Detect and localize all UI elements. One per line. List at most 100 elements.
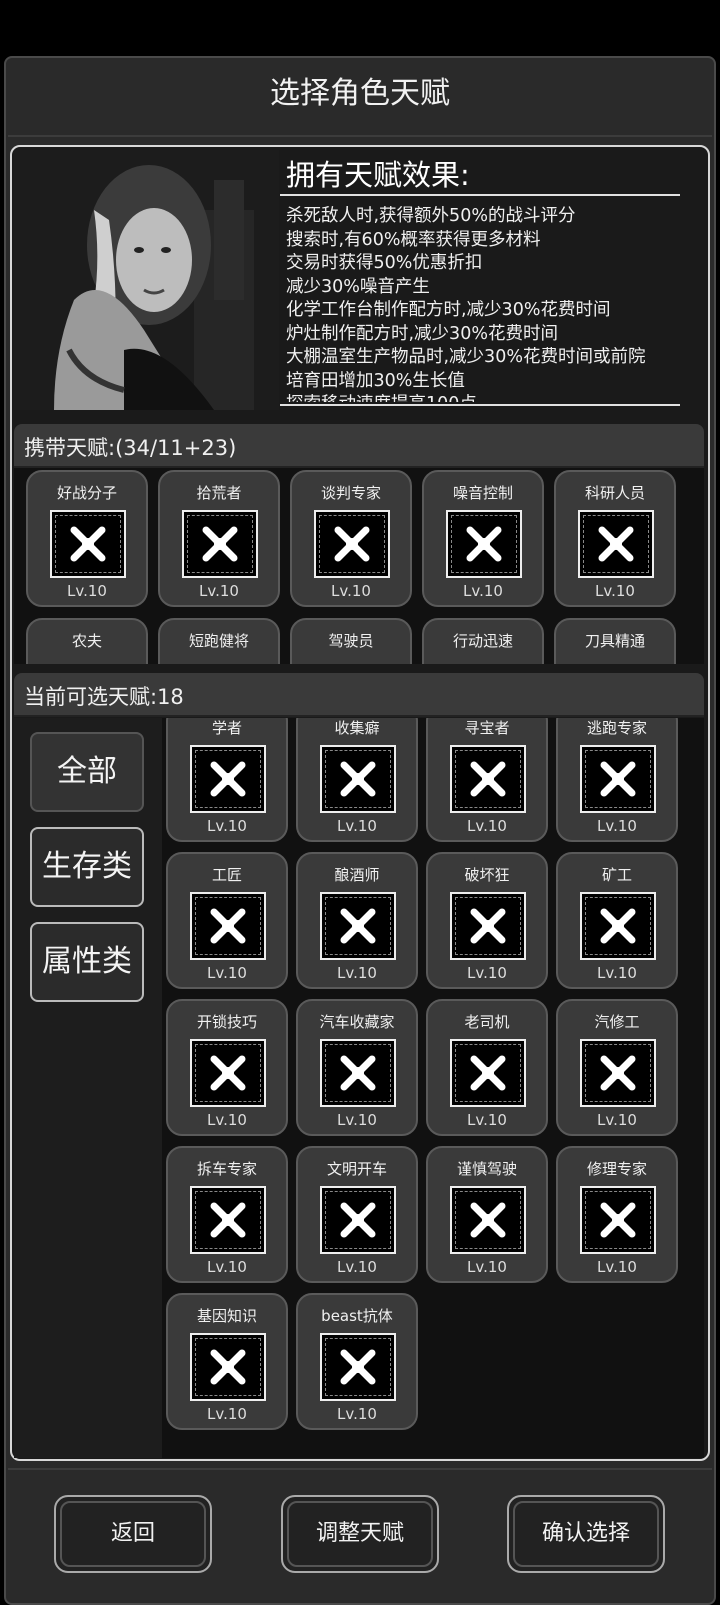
talent-name: 汽修工: [594, 1013, 640, 1031]
scavenger-bag-icon: [182, 510, 258, 578]
talent-name: 拾荒者: [196, 484, 242, 502]
talent-card[interactable]: 基因知识 Lv.10: [166, 1293, 288, 1430]
talent-card[interactable]: 科研人员 Lv.10: [554, 470, 676, 607]
talent-name: 矿工: [601, 866, 632, 884]
talent-card[interactable]: 谈判专家 Lv.10: [290, 470, 412, 607]
talent-card[interactable]: 工匠 Lv.10: [166, 852, 288, 989]
talent-name: 开锁技巧: [196, 1013, 257, 1031]
talent-card[interactable]: 酿酒师 Lv.10: [296, 852, 418, 989]
talent-name: 学者: [211, 719, 242, 737]
talent-name: 驾驶员: [328, 632, 374, 650]
talent-card[interactable]: 好战分子 Lv.10: [26, 470, 148, 607]
talent-card[interactable]: 文明开车 Lv.10: [296, 1146, 418, 1283]
talent-card[interactable]: 老司机 Lv.10: [426, 999, 548, 1136]
talent-level: Lv.10: [467, 817, 507, 835]
tab-attribute[interactable]: 属性类: [30, 922, 144, 1002]
effect-line: 交易时获得50%优惠折扣: [286, 253, 483, 273]
effect-line: 炉灶制作配方时,减少30%花费时间: [286, 323, 558, 344]
talent-name: 酿酒师: [334, 866, 380, 884]
available-header-text: 当前可选天赋:18: [24, 685, 184, 709]
tab-survival[interactable]: 生存类: [30, 827, 144, 907]
talent-name: 噪音控制: [452, 484, 513, 502]
talent-card[interactable]: 学者 Lv.10: [166, 718, 288, 842]
talent-card[interactable]: 驾驶员: [290, 618, 412, 664]
talent-level: Lv.10: [337, 1405, 377, 1423]
talent-level: Lv.10: [337, 1258, 377, 1276]
talent-name: 工匠: [211, 866, 242, 884]
available-header: 当前可选天赋:18: [14, 673, 704, 717]
talent-level: Lv.10: [597, 817, 637, 835]
talent-name: beast抗体: [321, 1307, 393, 1325]
talent-card[interactable]: 农夫: [26, 618, 148, 664]
effect-line: 搜索时,有60%概率获得更多材料: [286, 229, 541, 250]
divider: [8, 135, 712, 137]
talent-card[interactable]: 拾荒者 Lv.10: [158, 470, 280, 607]
talent-level: Lv.10: [337, 1111, 377, 1129]
talent-card[interactable]: 寻宝者 Lv.10: [426, 718, 548, 842]
character-portrait: [14, 150, 279, 410]
talent-card[interactable]: 刀具精通: [554, 618, 676, 664]
tab-all[interactable]: 全部: [30, 732, 144, 812]
talent-level: Lv.10: [467, 964, 507, 982]
talent-card[interactable]: 短跑健将: [158, 618, 280, 664]
gear-hammer-icon: [580, 1186, 656, 1254]
effects-list[interactable]: 杀死敌人时,获得额外50%的战斗评分 搜索时,有60%概率获得更多材料 交易时获…: [286, 205, 696, 402]
talent-level: Lv.10: [199, 582, 239, 600]
available-talent-grid[interactable]: 全部 生存类 属性类 学者 Lv.10 收集癖 Lv.10 寻宝者 Lv.10 逃跑专家 Lv…: [14, 718, 704, 1458]
talent-card[interactable]: 拆车专家 Lv.10: [166, 1146, 288, 1283]
warning-car-icon: [450, 1186, 526, 1254]
driver-seat-icon: [320, 1186, 396, 1254]
box-icon: [320, 745, 396, 813]
effects-divider-top: [280, 194, 680, 196]
talent-card[interactable]: 行动迅速: [422, 618, 544, 664]
talent-card[interactable]: 破坏狂 Lv.10: [426, 852, 548, 989]
gene-flask-icon: [190, 1333, 266, 1401]
talent-level: Lv.10: [463, 582, 503, 600]
talent-name: 科研人员: [584, 484, 645, 502]
effect-line: 大棚温室生产物品时,减少30%花费时间或前院: [286, 347, 646, 367]
talent-name: 农夫: [71, 632, 102, 650]
talent-card[interactable]: 逃跑专家 Lv.10: [556, 718, 678, 842]
talent-card[interactable]: 谨慎驾驶 Lv.10: [426, 1146, 548, 1283]
confirm-button[interactable]: 确认选择: [507, 1495, 665, 1573]
effect-line: 培育田增加30%生长值: [286, 370, 465, 391]
adjust-talent-button[interactable]: 调整天赋: [281, 1495, 439, 1573]
talent-card[interactable]: 矿工 Lv.10: [556, 852, 678, 989]
brewing-icon: [320, 892, 396, 960]
talent-card[interactable]: 收集癖 Lv.10: [296, 718, 418, 842]
talent-level: Lv.10: [207, 964, 247, 982]
talent-name: 谨慎驾驶: [456, 1160, 517, 1178]
talent-card[interactable]: 汽车收藏家 Lv.10: [296, 999, 418, 1136]
pickaxe-icon: [580, 892, 656, 960]
talent-card[interactable]: 修理专家 Lv.10: [556, 1146, 678, 1283]
talent-level: Lv.10: [207, 1111, 247, 1129]
crossed-axes-icon: [50, 510, 126, 578]
divider: [8, 1468, 712, 1470]
talent-card[interactable]: 开锁技巧 Lv.10: [166, 999, 288, 1136]
headphones-icon: [446, 510, 522, 578]
talent-level: Lv.10: [337, 817, 377, 835]
talent-card[interactable]: beast抗体 Lv.10: [296, 1293, 418, 1430]
treasure-door-icon: [450, 745, 526, 813]
car-repair-icon: [580, 1039, 656, 1107]
talent-level: Lv.10: [67, 582, 107, 600]
carried-talent-grid[interactable]: 好战分子 Lv.10 拾荒者 Lv.10 谈判专家 Lv.10 噪音控制 Lv.10 科研人员 L…: [14, 468, 704, 664]
talent-name: 基因知识: [196, 1307, 257, 1325]
talent-level: Lv.10: [597, 964, 637, 982]
talent-name: 文明开车: [326, 1160, 387, 1178]
talent-level: Lv.10: [331, 582, 371, 600]
effect-line: 减少30%噪音产生: [286, 276, 430, 297]
talent-level: Lv.10: [467, 1258, 507, 1276]
talent-name: 拆车专家: [196, 1160, 257, 1178]
talent-level: Lv.10: [467, 1111, 507, 1129]
back-button[interactable]: 返回: [54, 1495, 212, 1573]
tools-icon: [190, 892, 266, 960]
talent-name: 刀具精通: [584, 632, 645, 650]
talent-name: 谈判专家: [320, 484, 381, 502]
page-title: 选择角色天赋: [270, 76, 450, 111]
steering-wheel-icon: [450, 1039, 526, 1107]
talent-card[interactable]: 汽修工 Lv.10: [556, 999, 678, 1136]
talent-card[interactable]: 噪音控制 Lv.10: [422, 470, 544, 607]
graduation-cap-icon: [190, 745, 266, 813]
talent-level: Lv.10: [597, 1111, 637, 1129]
